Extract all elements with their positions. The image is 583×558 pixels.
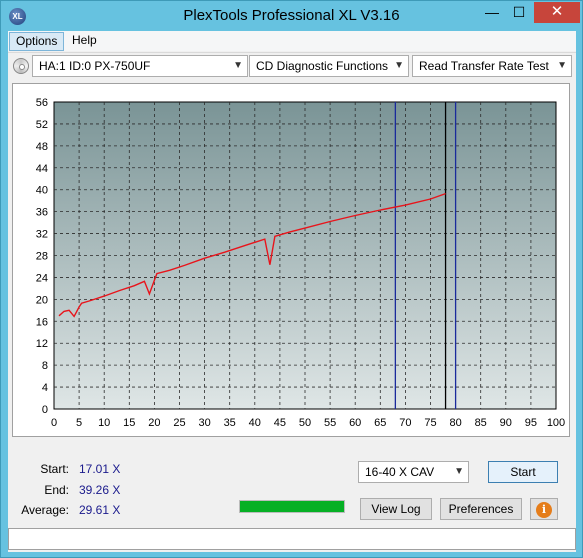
maximize-button[interactable]: ☐ (506, 2, 532, 23)
x-tick-label: 30 (198, 417, 210, 429)
x-tick-label: 55 (324, 417, 336, 429)
average-value: 29.61 X (79, 503, 121, 517)
x-tick-label: 70 (399, 417, 411, 429)
y-tick-label: 28 (36, 251, 48, 263)
chevron-down-icon: ▼ (394, 60, 404, 71)
x-tick-label: 75 (424, 417, 436, 429)
test-select-value: Read Transfer Rate Test (419, 59, 549, 73)
average-label: Average: (21, 503, 69, 517)
x-tick-label: 80 (449, 417, 461, 429)
end-label: End: (44, 483, 69, 497)
speed-unit-icon: X (112, 483, 121, 497)
x-tick-label: 45 (274, 417, 286, 429)
y-tick-label: 56 (36, 97, 48, 109)
x-tick-label: 90 (500, 417, 512, 429)
y-tick-label: 36 (36, 207, 48, 219)
close-button[interactable]: ✕ (534, 2, 580, 23)
client-area: Options Help HA:1 ID:0 PX-750UF ▼ CD Dia… (8, 31, 576, 552)
view-log-button[interactable]: View Log (360, 498, 432, 520)
x-tick-label: 10 (98, 417, 110, 429)
progress-bar (239, 500, 345, 513)
y-tick-label: 24 (36, 272, 48, 284)
title-bar[interactable]: XL PlexTools Professional XL V3.16 — ☐ ✕ (1, 1, 582, 31)
x-tick-label: 35 (224, 417, 236, 429)
y-tick-label: 44 (36, 163, 48, 175)
speed-unit-icon: X (112, 462, 121, 476)
info-icon: i (536, 502, 552, 518)
y-tick-label: 4 (42, 382, 48, 394)
menu-bar: Options Help (8, 31, 576, 51)
chevron-down-icon: ▼ (233, 60, 243, 71)
y-tick-label: 40 (36, 185, 48, 197)
y-tick-label: 12 (36, 338, 48, 350)
drive-select[interactable]: HA:1 ID:0 PX-750UF ▼ (32, 55, 248, 77)
cd-drive-icon (13, 58, 29, 74)
x-tick-label: 100 (547, 417, 565, 429)
start-value: 17.01 X (79, 462, 121, 476)
info-button[interactable]: i (530, 498, 558, 520)
function-select[interactable]: CD Diagnostic Functions ▼ (249, 55, 409, 77)
chevron-down-icon: ▼ (557, 60, 567, 71)
x-tick-label: 15 (123, 417, 135, 429)
speed-select[interactable]: 16-40 X CAV ▼ (358, 461, 469, 483)
progress-fill (240, 501, 344, 512)
function-select-value: CD Diagnostic Functions (256, 59, 389, 73)
y-tick-label: 48 (36, 141, 48, 153)
x-tick-label: 65 (374, 417, 386, 429)
x-tick-label: 40 (249, 417, 261, 429)
y-tick-label: 0 (42, 404, 48, 416)
x-tick-label: 95 (525, 417, 537, 429)
start-button[interactable]: Start (488, 461, 558, 483)
x-tick-label: 20 (148, 417, 160, 429)
x-tick-label: 5 (76, 417, 82, 429)
speed-unit-icon: X (112, 503, 121, 517)
x-tick-label: 25 (173, 417, 185, 429)
drive-select-value: HA:1 ID:0 PX-750UF (39, 59, 151, 73)
x-tick-label: 50 (299, 417, 311, 429)
menu-help[interactable]: Help (66, 32, 103, 51)
x-tick-label: 0 (51, 417, 57, 429)
transfer-rate-chart: 0 4 8 12 16 20 24 28 32 36 40 44 48 52 56 0 5 10 15 20 25 30 3… (12, 83, 570, 437)
status-bar (8, 528, 576, 550)
toolbar-divider (8, 52, 576, 53)
end-value: 39.26 X (79, 483, 121, 497)
preferences-button[interactable]: Preferences (440, 498, 522, 520)
y-tick-label: 8 (42, 360, 48, 372)
y-tick-label: 16 (36, 316, 48, 328)
test-select[interactable]: Read Transfer Rate Test ▼ (412, 55, 572, 77)
minimize-button[interactable]: — (479, 2, 505, 23)
x-tick-label: 85 (475, 417, 487, 429)
y-tick-label: 32 (36, 229, 48, 241)
chevron-down-icon: ▼ (454, 466, 464, 477)
y-tick-label: 20 (36, 294, 48, 306)
start-label: Start: (40, 462, 69, 476)
chart-canvas: 0481216202428323640444852560 5 10 15 20 25 30 3… (36, 97, 565, 429)
app-window: XL PlexTools Professional XL V3.16 — ☐ ✕… (0, 0, 583, 558)
y-tick-label: 52 (36, 119, 48, 131)
speed-select-value: 16-40 X CAV (365, 465, 435, 479)
menu-options[interactable]: Options (9, 32, 65, 51)
x-tick-label: 60 (349, 417, 361, 429)
